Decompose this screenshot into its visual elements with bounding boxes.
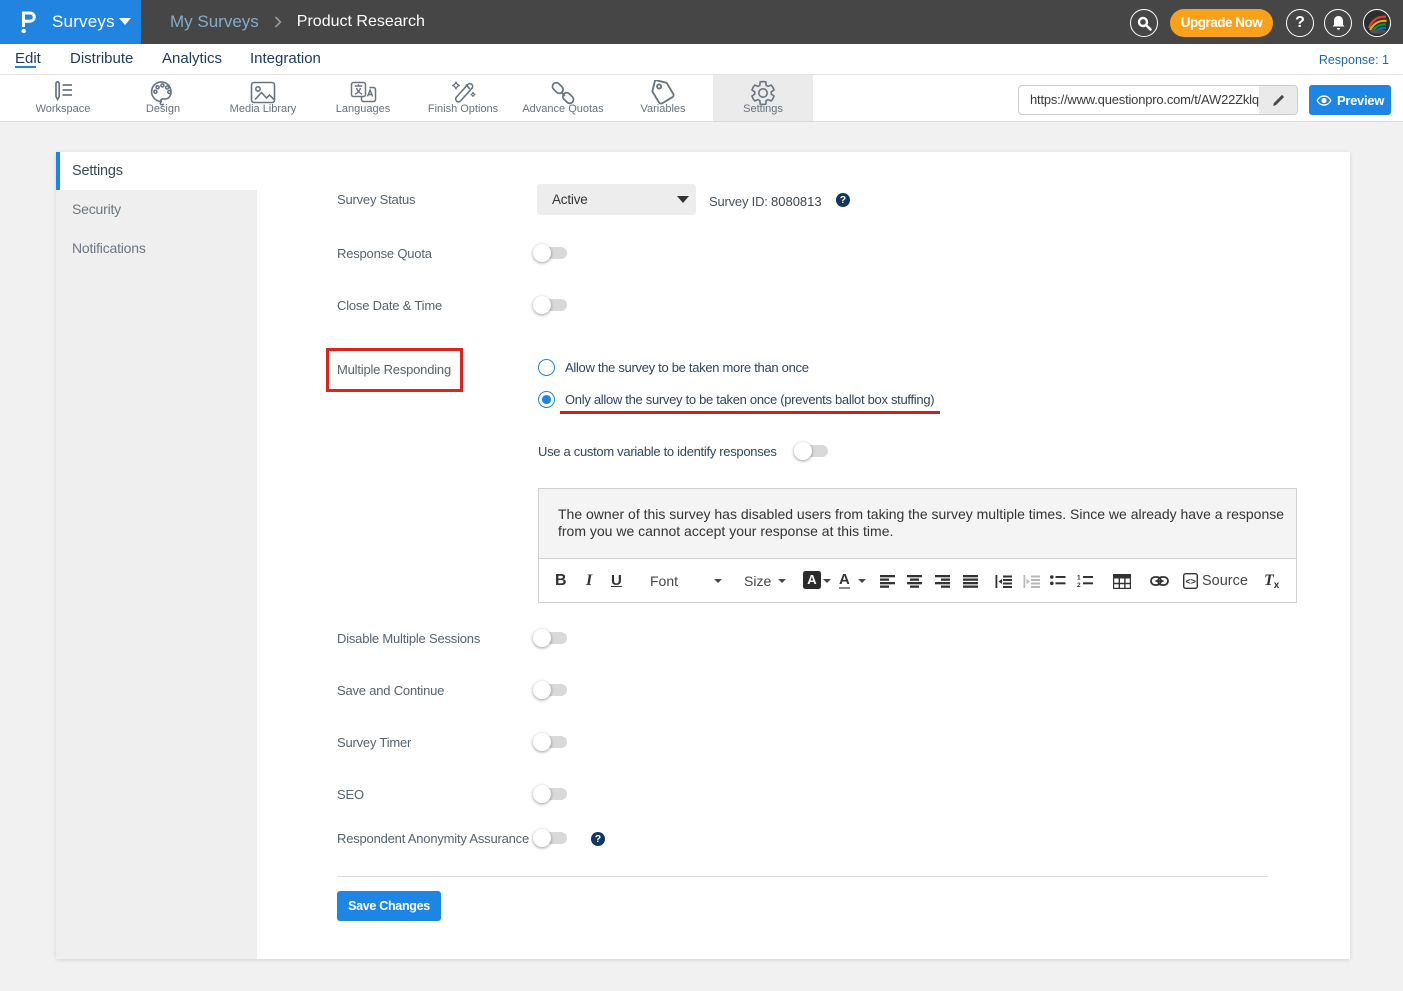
svg-text:<>: <> <box>1186 577 1197 587</box>
svg-text:1: 1 <box>1077 575 1081 582</box>
svg-text:2: 2 <box>1077 582 1081 588</box>
